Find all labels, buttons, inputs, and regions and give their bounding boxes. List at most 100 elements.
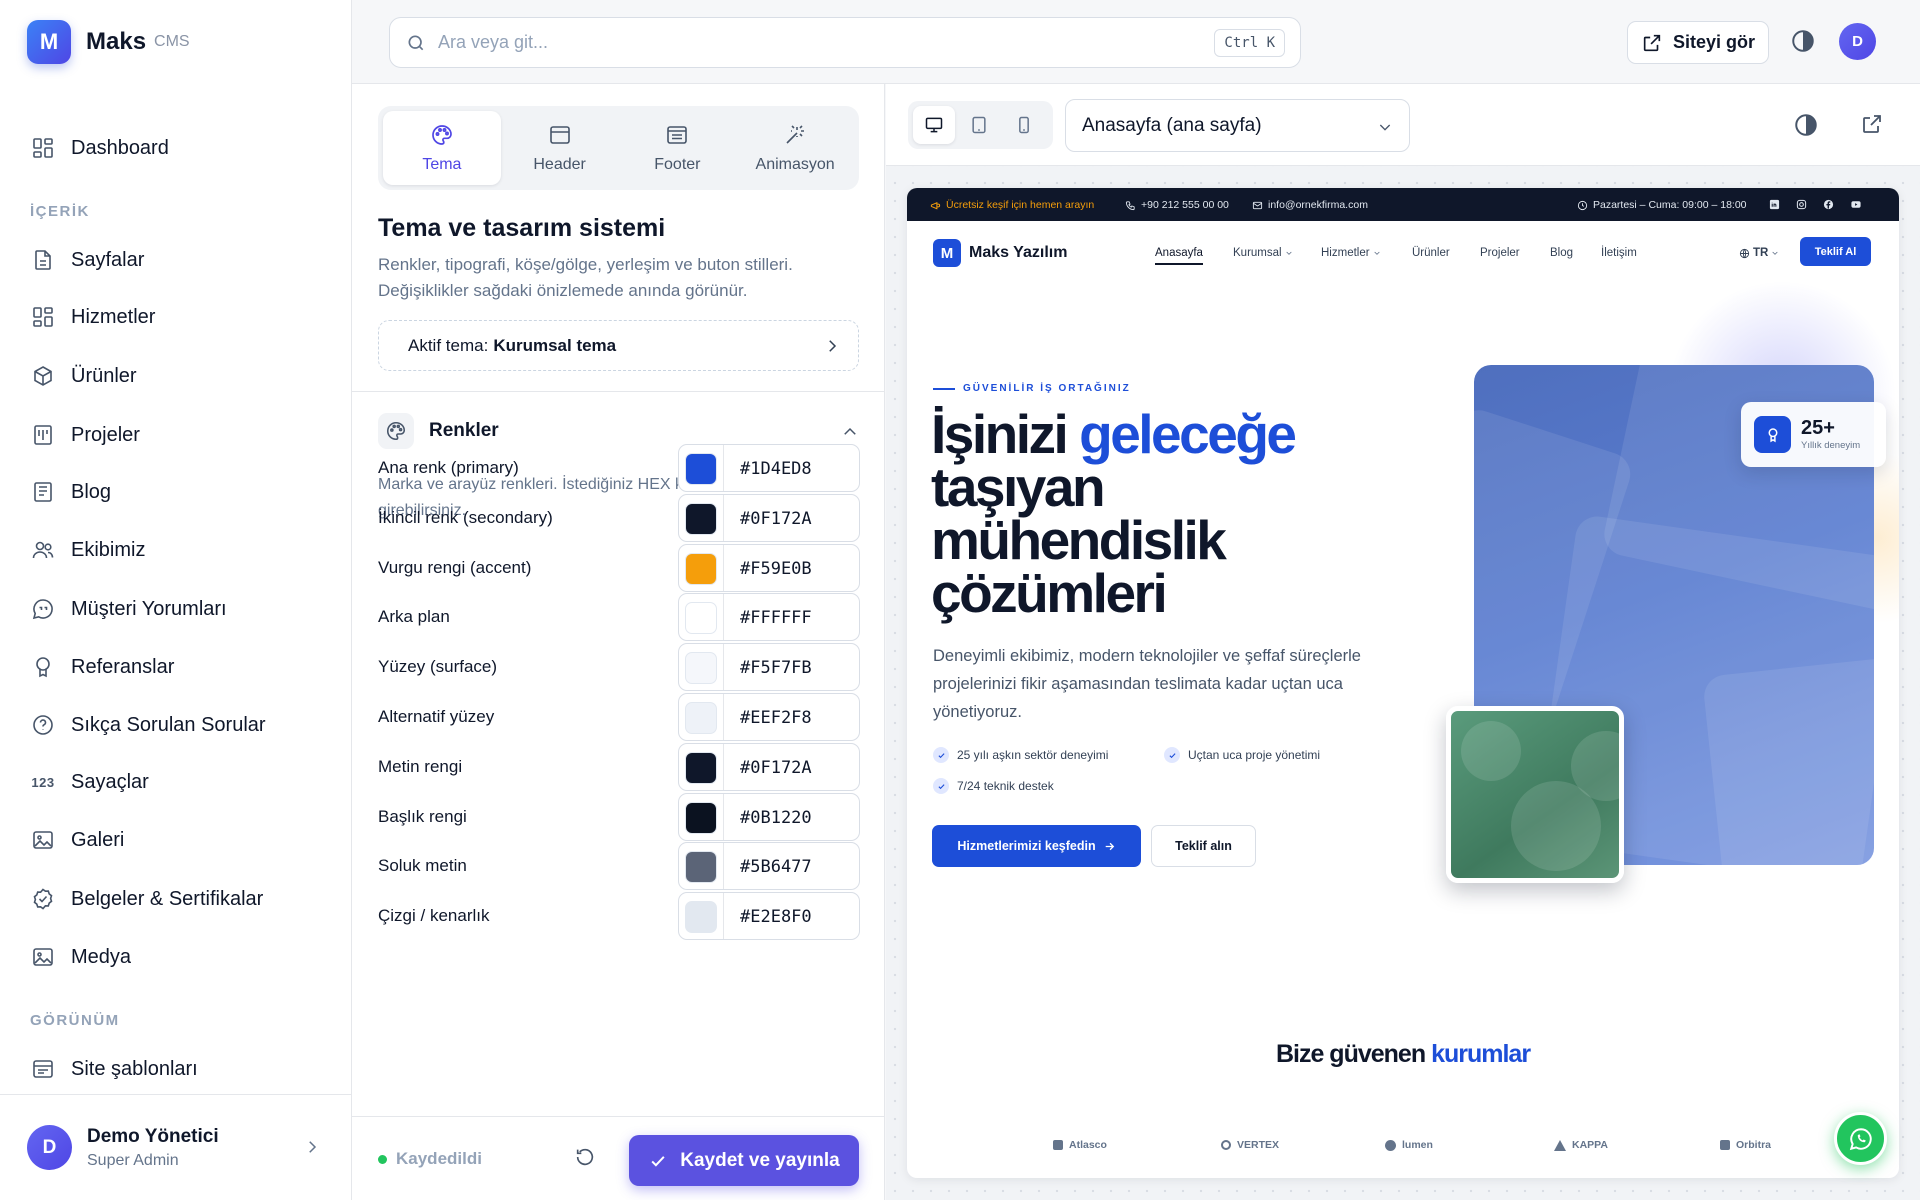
active-theme-selector[interactable]: Aktif tema: Kurumsal tema bbox=[378, 320, 859, 371]
sidebar-item-testimonials[interactable]: Müşteri Yorumları bbox=[30, 589, 330, 629]
color-field[interactable]: #1D4ED8 bbox=[678, 444, 860, 492]
desktop-icon[interactable] bbox=[913, 106, 955, 144]
color-swatch[interactable] bbox=[685, 602, 717, 635]
color-field[interactable]: #F5F7FB bbox=[678, 643, 860, 692]
site-name[interactable]: Maks Yazılım bbox=[969, 244, 1067, 262]
color-field[interactable]: #E2E8F0 bbox=[678, 892, 860, 941]
sidebar-item-label: Site şablonları bbox=[71, 1057, 198, 1080]
color-swatch[interactable] bbox=[685, 702, 717, 734]
sidebar-item-pages[interactable]: Sayfalar bbox=[30, 240, 330, 280]
search-input[interactable]: Ara veya git... bbox=[438, 32, 548, 53]
color-row: Metin rengi #0F172A bbox=[378, 742, 860, 791]
chevron-up-icon[interactable] bbox=[841, 423, 859, 441]
color-field[interactable]: #5B6477 bbox=[678, 842, 860, 891]
sidebar-item-gallery[interactable]: Galeri bbox=[30, 820, 330, 860]
site-email[interactable]: info@ornekfirma.com bbox=[1252, 199, 1368, 211]
contrast-icon[interactable] bbox=[1793, 112, 1819, 138]
facebook-icon[interactable] bbox=[1823, 199, 1834, 210]
hex-input[interactable]: #F59E0B bbox=[740, 559, 812, 579]
color-swatch[interactable] bbox=[685, 453, 717, 485]
tab-header[interactable]: Header bbox=[501, 111, 619, 185]
site-nav-contact[interactable]: İletişim bbox=[1601, 247, 1637, 259]
color-swatch[interactable] bbox=[685, 751, 717, 784]
site-promo[interactable]: Ücretsiz keşif için hemen arayın bbox=[930, 199, 1094, 211]
color-field[interactable]: #0F172A bbox=[678, 493, 860, 542]
search-bar[interactable]: Ara veya git... Ctrl K bbox=[389, 17, 1301, 68]
color-field[interactable]: #FFFFFF bbox=[678, 593, 860, 642]
color-swatch[interactable] bbox=[685, 901, 717, 934]
site-nav-blog[interactable]: Blog bbox=[1550, 247, 1573, 259]
color-swatch[interactable] bbox=[685, 801, 717, 834]
instagram-icon[interactable] bbox=[1796, 199, 1807, 210]
page-select[interactable]: Anasayfa (ana sayfa) bbox=[1065, 99, 1410, 152]
site-phone-text: +90 212 555 00 00 bbox=[1141, 199, 1229, 211]
site-nav-home[interactable]: Anasayfa bbox=[1155, 247, 1203, 265]
tab-animation[interactable]: Animasyon bbox=[736, 111, 854, 185]
sidebar-item-references[interactable]: Referanslar bbox=[30, 647, 330, 687]
mobile-icon[interactable] bbox=[1003, 106, 1045, 144]
color-field[interactable]: #0B1220 bbox=[678, 792, 860, 841]
site-nav-services[interactable]: Hizmetler bbox=[1321, 247, 1381, 259]
hex-input[interactable]: #F5F7FB bbox=[740, 658, 812, 678]
site-nav-projects[interactable]: Projeler bbox=[1480, 247, 1520, 259]
sidebar-item-services[interactable]: Hizmetler bbox=[30, 297, 330, 337]
site-lang-switch[interactable]: TR bbox=[1739, 247, 1779, 259]
sidebar-item-label: Sayfalar bbox=[71, 248, 145, 271]
sidebar: M Maks CMS Dashboard İÇERİK Sayfalar Hiz… bbox=[0, 0, 352, 1200]
hex-input[interactable]: #5B6477 bbox=[740, 857, 812, 877]
hex-input[interactable]: #FFFFFF bbox=[740, 608, 812, 628]
youtube-icon[interactable] bbox=[1850, 199, 1862, 210]
color-swatch[interactable] bbox=[685, 652, 717, 685]
brand[interactable]: M Maks CMS bbox=[27, 20, 190, 64]
hex-input[interactable]: #1D4ED8 bbox=[740, 459, 812, 479]
tab-label: Footer bbox=[654, 156, 701, 173]
open-new-window-icon[interactable] bbox=[1860, 112, 1884, 136]
site-cta-button[interactable]: Teklif Al bbox=[1800, 237, 1871, 266]
tablet-icon[interactable] bbox=[958, 106, 1000, 144]
view-site-button[interactable]: Siteyi gör bbox=[1627, 21, 1769, 64]
hero-bullet-text: Uçtan uca proje yönetimi bbox=[1188, 748, 1321, 762]
site-nav-products[interactable]: Ürünler bbox=[1412, 247, 1450, 259]
sidebar-item-projects[interactable]: Projeler bbox=[30, 415, 330, 455]
sidebar-item-products[interactable]: Ürünler bbox=[30, 356, 330, 396]
publish-button[interactable]: Kaydet ve yayınla bbox=[629, 1135, 859, 1186]
hex-input[interactable]: #0B1220 bbox=[740, 808, 812, 828]
color-field[interactable]: #F59E0B bbox=[678, 543, 860, 592]
whatsapp-icon[interactable] bbox=[1834, 1112, 1887, 1165]
tab-theme[interactable]: Tema bbox=[383, 111, 501, 185]
client-logo-name: Atlasco bbox=[1069, 1139, 1107, 1151]
hex-input[interactable]: #0F172A bbox=[740, 509, 812, 529]
hex-input[interactable]: #0F172A bbox=[740, 758, 812, 778]
sidebar-item-blog[interactable]: Blog bbox=[30, 472, 330, 512]
avatar[interactable]: D bbox=[1839, 23, 1876, 60]
hero-secondary-button[interactable]: Teklif alın bbox=[1151, 825, 1256, 867]
newspaper-icon bbox=[30, 479, 56, 505]
sidebar-item-team[interactable]: Ekibimiz bbox=[30, 530, 330, 570]
color-label: Metin rengi bbox=[378, 756, 463, 776]
sidebar-item-faq[interactable]: Sıkça Sorulan Sorular bbox=[30, 705, 330, 745]
color-field[interactable]: #EEF2F8 bbox=[678, 693, 860, 741]
color-swatch[interactable] bbox=[685, 552, 717, 585]
sidebar-item-media[interactable]: Medya bbox=[30, 937, 330, 977]
site-nav-corporate[interactable]: Kurumsal bbox=[1233, 247, 1293, 259]
tab-footer[interactable]: Footer bbox=[619, 111, 737, 185]
site-phone[interactable]: +90 212 555 00 00 bbox=[1125, 199, 1229, 211]
hero-primary-button[interactable]: Hizmetlerimizi keşfedin bbox=[932, 825, 1141, 867]
hex-input[interactable]: #E2E8F0 bbox=[740, 907, 812, 927]
sidebar-item-dashboard[interactable]: Dashboard bbox=[30, 128, 330, 168]
sidebar-item-certificates[interactable]: Belgeler & Sertifikalar bbox=[30, 879, 330, 919]
trust-title: Bize güvenen kurumlar bbox=[907, 1040, 1899, 1069]
app-logo: M bbox=[27, 20, 71, 64]
theme-toggle-icon[interactable] bbox=[1788, 26, 1818, 56]
preview-toolbar: Anasayfa (ana sayfa) bbox=[886, 84, 1920, 166]
color-swatch[interactable] bbox=[685, 502, 717, 535]
sidebar-item-counters[interactable]: 123 Sayaçlar bbox=[30, 762, 330, 802]
hex-input[interactable]: #EEF2F8 bbox=[740, 708, 812, 728]
user-menu[interactable]: D Demo Yönetici Super Admin bbox=[0, 1094, 351, 1200]
reset-icon[interactable] bbox=[574, 1146, 596, 1168]
color-field[interactable]: #0F172A bbox=[678, 742, 860, 791]
color-swatch[interactable] bbox=[685, 851, 717, 884]
sidebar-item-templates[interactable]: Site şablonları bbox=[30, 1049, 330, 1089]
linkedin-icon[interactable] bbox=[1769, 199, 1780, 210]
site-logo[interactable]: M bbox=[933, 239, 961, 267]
